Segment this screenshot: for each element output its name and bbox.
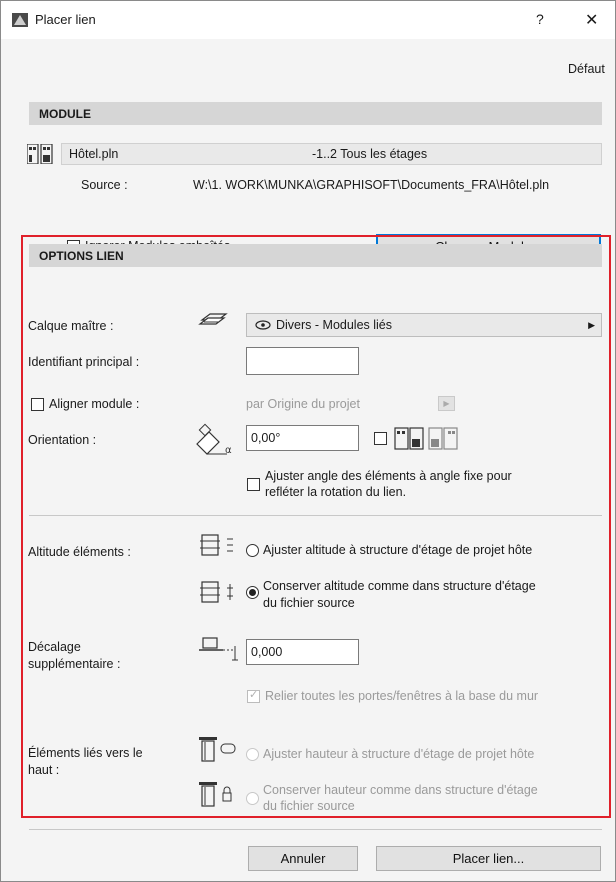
layers-icon (198, 313, 228, 325)
connect-doors-label: Relier toutes les portes/fenêtres à la b… (265, 689, 539, 703)
defaults-link[interactable]: Défaut (568, 62, 605, 76)
app-icon (12, 13, 28, 27)
offset-icon (199, 637, 238, 661)
module-header-text: MODULE (39, 107, 91, 121)
eye-icon (255, 320, 271, 330)
elevation-adjust-label: Ajuster altitude à structure d'étage de … (263, 543, 533, 557)
top-adjust-icon (199, 737, 236, 762)
align-module-label: Aligner module : (49, 397, 140, 411)
svg-text:α: α (225, 445, 232, 456)
connect-doors-checkbox[interactable]: ✓ (247, 689, 260, 703)
source-label: Source : (81, 178, 128, 192)
close-button[interactable]: ✕ (585, 10, 598, 30)
top-keep-label: Conserver hauteur comme dans structure d… (263, 783, 538, 797)
adjust-angle-checkbox[interactable] (247, 478, 260, 491)
align-arrow-button[interactable]: ▶ (438, 396, 455, 411)
offset-label-2: supplémentaire : (28, 657, 121, 671)
align-module-checkbox[interactable] (31, 398, 44, 411)
window-title: Placer lien (35, 12, 96, 27)
module-file-name: Hôtel.pln (69, 147, 119, 161)
source-path: W:\1. WORK\MUNKA\GRAPHISOFT\Documents_FR… (193, 178, 550, 192)
orientation-input[interactable]: 0,00° (246, 425, 359, 451)
mirror-checkbox[interactable] (374, 432, 387, 445)
options-header: OPTIONS LIEN (29, 244, 602, 267)
orientation-icon: α (196, 423, 232, 456)
adjust-angle-label: Ajuster angle des éléments à angle fixe … (265, 469, 512, 483)
module-file-icon (27, 144, 53, 164)
elevation-label: Altitude éléments : (28, 545, 131, 559)
top-keep-icon (199, 782, 232, 807)
offset-label: Décalage (28, 640, 81, 654)
help-button[interactable]: ? (536, 11, 544, 27)
title-bar: Placer lien ? ✕ (1, 1, 615, 39)
master-layer-label: Calque maître : (28, 319, 114, 333)
place-link-button[interactable]: Placer lien... (376, 846, 601, 871)
top-adjust-label: Ajuster hauteur à structure d'étage de p… (263, 747, 535, 761)
elevation-keep-icon (200, 581, 233, 603)
align-module-value: par Origine du projet (246, 397, 360, 411)
adjust-angle-label-2: refléter la rotation du lien. (265, 485, 407, 499)
top-keep-radio[interactable] (246, 792, 259, 805)
elevation-keep-label-2: du fichier source (263, 596, 355, 610)
cancel-button[interactable]: Annuler (248, 846, 358, 871)
dropdown-arrow-icon: ▶ (588, 319, 595, 330)
top-linked-label-2: haut : (28, 763, 60, 777)
master-layer-dropdown[interactable]: Divers - Modules liés ▶ (246, 313, 602, 337)
top-adjust-radio[interactable] (246, 748, 259, 761)
master-layer-value: Divers - Modules liés (276, 318, 393, 332)
main-id-label: Identifiant principal : (28, 355, 140, 369)
footer-separator (29, 829, 602, 830)
orientation-label: Orientation : (28, 433, 97, 447)
module-file-field: Hôtel.pln -1..2 Tous les étages (61, 143, 602, 165)
mirror-icon (394, 427, 458, 450)
options-separator (29, 515, 602, 516)
elevation-keep-radio[interactable] (246, 586, 259, 599)
top-linked-label: Éléments liés vers le (28, 746, 143, 760)
module-stories: -1..2 Tous les étages (312, 147, 428, 161)
module-header: MODULE (29, 102, 602, 125)
elevation-adjust-radio[interactable] (246, 544, 259, 557)
options-header-text: OPTIONS LIEN (39, 249, 124, 263)
dialog-window: Placer lien ? ✕ Défaut MODULE Hôtel.pln … (0, 0, 616, 882)
offset-input[interactable]: 0,000 (246, 639, 359, 665)
top-keep-label-2: du fichier source (263, 799, 355, 813)
main-id-input[interactable] (246, 347, 359, 375)
elevation-keep-label: Conserver altitude comme dans structure … (263, 579, 536, 593)
elevation-adjust-icon (200, 534, 233, 556)
